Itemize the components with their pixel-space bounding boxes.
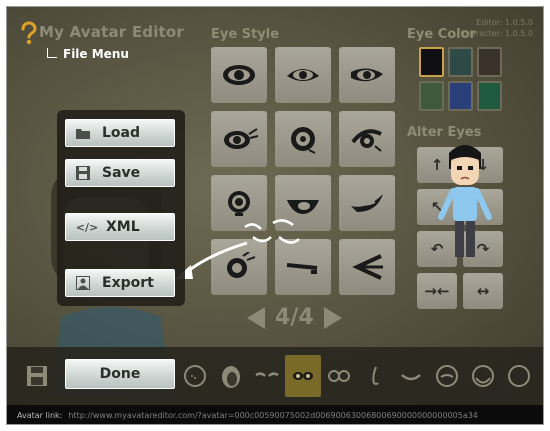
eyes-category-icon[interactable] [285, 355, 321, 397]
file-menu-label: File Menu [63, 47, 129, 61]
glasses-category-icon[interactable] [321, 355, 357, 397]
eye-style-pager: 4/4 [247, 305, 342, 330]
save-category-icon[interactable] [19, 355, 55, 397]
mole-category-icon[interactable] [501, 355, 537, 397]
floppy-disk-icon [74, 165, 92, 181]
mouth-category-icon[interactable] [393, 355, 429, 397]
tree-branch-icon [47, 48, 57, 58]
export-button[interactable]: Export [65, 269, 175, 297]
eye-color-swatch[interactable] [448, 81, 473, 111]
xml-label: XML [106, 219, 140, 235]
xml-button[interactable]: </> XML [65, 213, 175, 241]
previous-page-arrow-icon[interactable] [247, 306, 265, 329]
eye-style-option[interactable] [275, 111, 331, 167]
save-label: Save [102, 165, 141, 181]
annotation-arrow [175, 219, 300, 279]
eye-color-swatch[interactable] [419, 81, 444, 111]
eye-style-2-icon [287, 69, 319, 81]
eye-color-title: Eye Color [407, 27, 476, 42]
code-icon: </> [75, 220, 99, 234]
avatar-preview [438, 145, 492, 257]
status-bar: Avatar link: http://www.myavatareditor.c… [7, 405, 543, 424]
eye-color-swatch[interactable] [477, 47, 502, 77]
eye-style-option[interactable] [339, 47, 395, 103]
folder-icon [74, 125, 92, 141]
portrait-icon [74, 275, 92, 291]
eye-style-5-icon [291, 127, 316, 154]
eye-style-1-icon [223, 65, 255, 85]
eyebrow-category-icon[interactable] [249, 355, 285, 397]
export-label: Export [102, 275, 154, 291]
eye-color-swatch[interactable] [448, 47, 473, 77]
eye-style-4-icon [224, 128, 259, 149]
page-indicator: 4/4 [275, 305, 314, 330]
beard-category-icon[interactable] [465, 355, 501, 397]
eye-style-option[interactable] [275, 47, 331, 103]
eye-style-option[interactable] [339, 175, 395, 231]
avatar-link-url[interactable]: http://www.myavatareditor.com/?avatar=00… [68, 411, 478, 420]
nose-category-icon[interactable] [357, 355, 393, 397]
mustache-category-icon[interactable] [429, 355, 465, 397]
eye-color-swatch[interactable] [419, 47, 444, 77]
load-button[interactable]: Load [65, 119, 175, 147]
load-label: Load [102, 125, 141, 141]
eye-style-option[interactable] [211, 47, 267, 103]
app-title: My Avatar Editor [39, 23, 185, 41]
eye-style-title: Eye Style [211, 27, 280, 42]
eye-style-option[interactable] [211, 111, 267, 167]
avatar-link-label: Avatar link: [17, 411, 63, 420]
closer-icon[interactable]: →← [417, 273, 457, 309]
face-shape-category-icon[interactable] [177, 355, 213, 397]
save-button[interactable]: Save [65, 159, 175, 187]
app-logo-icon [21, 21, 37, 45]
eye-style-option[interactable] [339, 239, 395, 295]
eye-color-swatch[interactable] [477, 81, 502, 111]
eye-style-9-icon [351, 194, 383, 212]
eye-color-grid [419, 47, 502, 111]
eye-style-3-icon [351, 68, 383, 82]
hair-category-icon[interactable] [213, 355, 249, 397]
editor-scene: My Avatar Editor File Menu Editor: 1.0.5… [7, 7, 543, 405]
farther-icon[interactable]: ↔ [463, 273, 503, 309]
done-button[interactable]: Done [65, 359, 175, 389]
eye-style-12-icon [352, 254, 383, 280]
eye-style-option[interactable] [339, 111, 395, 167]
eye-style-6-icon [351, 129, 382, 152]
alter-eyes-title: Alter Eyes [407, 125, 482, 140]
app-window: My Avatar Editor File Menu Editor: 1.0.5… [6, 6, 544, 425]
breadcrumb: File Menu [47, 47, 129, 61]
next-page-arrow-icon[interactable] [323, 306, 342, 329]
